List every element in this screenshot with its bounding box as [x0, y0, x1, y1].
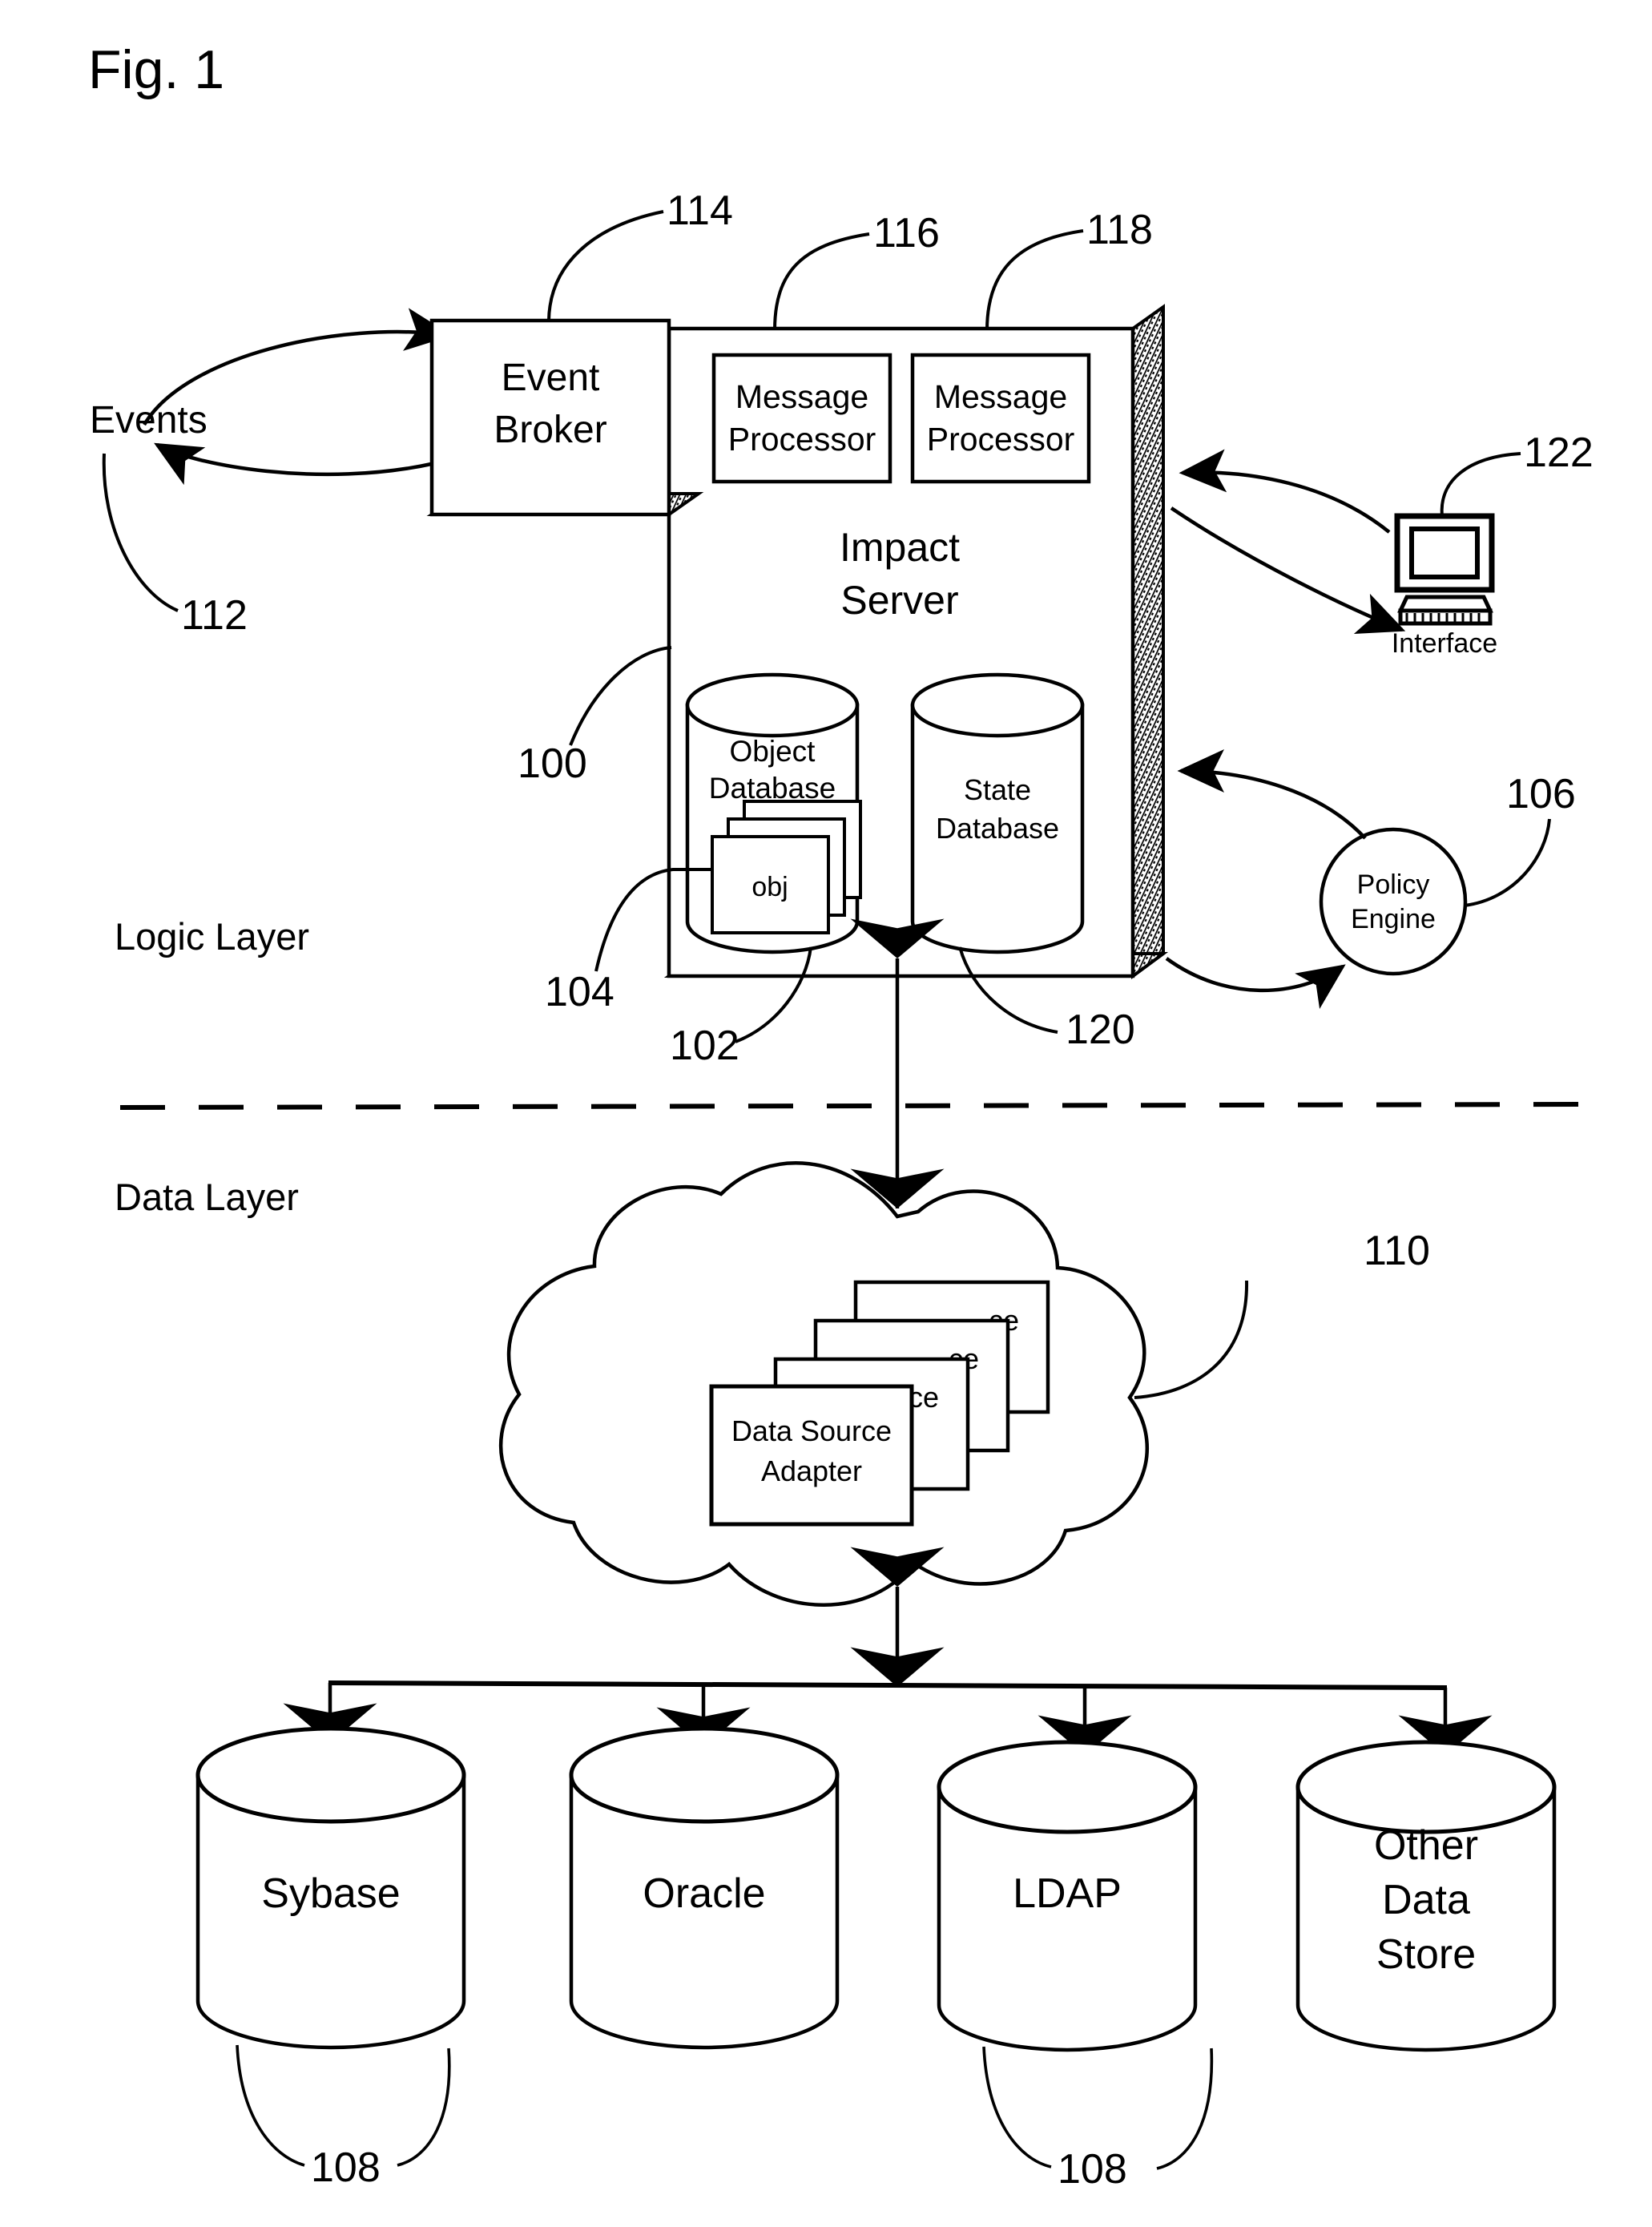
object-card-stack: obj: [711, 800, 862, 934]
policy-engine-circle: [1319, 827, 1468, 976]
ref-104: 104: [545, 969, 614, 1015]
data-store-ldap: LDAP: [937, 1740, 1198, 2052]
ref-116-leader: [773, 232, 870, 331]
impact-server-label-line2: Server: [840, 578, 958, 623]
distribution-bus: [328, 1680, 1448, 1690]
message-processor-1-label-line2: Processor: [728, 421, 876, 458]
data-store-other-label-line3: Store: [1376, 1931, 1476, 1978]
ref-116: 116: [873, 210, 940, 256]
events-loop-bottom: [154, 442, 436, 486]
patent-figure: Fig. 1 Logic Layer Data Layer Events 112…: [0, 0, 1652, 2227]
interface-to-server-arrow: [1179, 449, 1391, 534]
events-label: Events: [90, 399, 208, 442]
ref-118: 118: [1086, 207, 1153, 253]
server-to-interface-arrow: [1170, 506, 1406, 635]
event-broker-label-line1: Event: [502, 357, 600, 399]
impact-server-label-line1: Impact: [840, 525, 960, 570]
ref-112: 112: [181, 592, 248, 639]
adapter-card-1-label-line2: Adapter: [761, 1454, 862, 1487]
data-store-sybase-label: Sybase: [261, 1870, 400, 1917]
ref-108-left-leader-b: [397, 2047, 451, 2167]
data-source-adapter-stack: ce ce ce Data Source Adapter: [709, 1280, 1050, 1527]
server-to-policy-arrow: [1165, 957, 1346, 1009]
logic-layer-label: Logic Layer: [115, 915, 309, 958]
policy-engine-label-line1: Policy: [1357, 869, 1430, 900]
object-database-label-line2: Database: [709, 772, 836, 805]
message-processor-2-label-line2: Processor: [927, 421, 1075, 458]
ref-108-right-leader-a: [982, 2046, 1052, 2169]
figure-canvas: Fig. 1 Logic Layer Data Layer Events 112…: [88, 39, 1594, 2193]
ref-108-left-leader-a: [236, 2044, 305, 2167]
layer-divider: [119, 1102, 1587, 1110]
ref-100-leader: [569, 646, 672, 746]
ref-110: 110: [1364, 1228, 1430, 1274]
ref-108-left: 108: [311, 2144, 381, 2191]
data-layer-label: Data Layer: [115, 1176, 299, 1218]
data-store-other-label-line2: Data: [1382, 1877, 1470, 1923]
state-database-label-line2: Database: [936, 812, 1059, 845]
ref-122: 122: [1524, 430, 1594, 476]
ref-106-leader: [1464, 818, 1551, 907]
data-store-other-label-line1: Other: [1374, 1822, 1478, 1869]
object-card-label: obj: [751, 872, 788, 902]
data-store-oracle-label: Oracle: [643, 1870, 765, 1917]
object-database-label-line1: Object: [730, 735, 816, 768]
ref-118-leader: [985, 229, 1084, 331]
policy-engine-label-line2: Engine: [1351, 904, 1436, 934]
ref-120: 120: [1066, 1007, 1135, 1053]
events-ref-leader: [102, 453, 179, 612]
message-processor-2-label-line1: Message: [934, 378, 1067, 415]
policy-to-server-arrow: [1177, 749, 1367, 840]
ref-108-right: 108: [1058, 2146, 1127, 2193]
adapter-card-1-label-line1: Data Source: [731, 1414, 892, 1447]
state-database-label-line1: State: [964, 773, 1031, 806]
event-broker-label-line2: Broker: [494, 409, 606, 451]
ref-100: 100: [518, 740, 587, 787]
message-processor-2-box: [910, 353, 1091, 484]
ref-110-leader: [1134, 1280, 1249, 1399]
server-3d-right-face: [1131, 304, 1165, 979]
data-store-oracle: Oracle: [569, 1726, 840, 2050]
data-store-sybase: Sybase: [195, 1726, 466, 2050]
ref-114-leader: [547, 210, 664, 321]
interface-label: Interface: [1392, 628, 1497, 659]
message-processor-1-label-line1: Message: [735, 378, 868, 415]
ref-114: 114: [667, 188, 733, 234]
data-store-ldap-label: LDAP: [1013, 1870, 1122, 1917]
figure-title: Fig. 1: [88, 39, 224, 100]
ref-102: 102: [670, 1023, 739, 1069]
ref-106: 106: [1506, 771, 1576, 817]
ref-108-right-leader-b: [1156, 2047, 1214, 2170]
message-processor-1-box: [711, 353, 892, 484]
interface-computer-icon: [1394, 513, 1495, 626]
data-store-other: Other Data Store: [1295, 1740, 1557, 2052]
ref-122-leader: [1440, 452, 1521, 517]
